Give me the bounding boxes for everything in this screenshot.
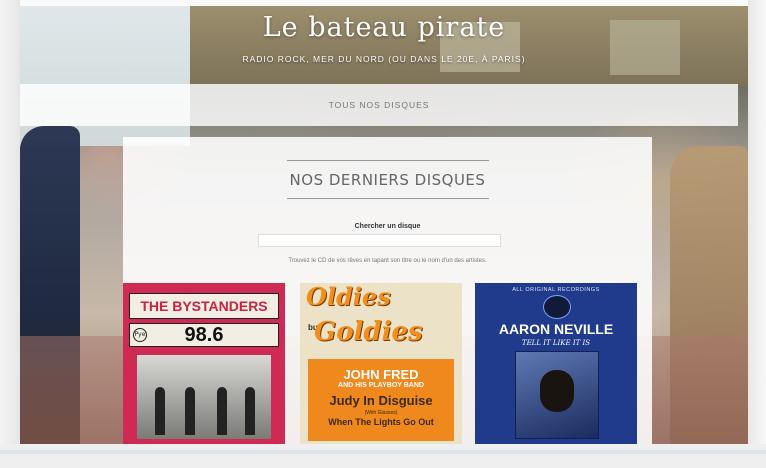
- search-label: Chercher un disque: [354, 223, 421, 230]
- horizontal-scrollbar[interactable]: [0, 450, 766, 454]
- album-song-a: Judy In Disguise: [329, 393, 433, 408]
- album-song-b: When The Lights Go Out: [328, 417, 434, 427]
- site-tagline: RADIO ROCK, MER DU NORD (OU DANS LE 20E,…: [242, 54, 526, 64]
- album-song: TELL IT LIKE IT IS: [521, 339, 591, 347]
- album-title: 98.6: [129, 323, 279, 347]
- album-heading-goldies: Goldies: [314, 317, 423, 347]
- album-cover-oldies-but-goldies[interactable]: Oldies but Goldies JOHN FRED AND HIS PLA…: [300, 283, 462, 444]
- frame-bottom-edge: [0, 444, 766, 468]
- frame-left-edge: [0, 0, 20, 468]
- main-navigation: TOUS NOS DISQUES: [20, 84, 738, 126]
- album-credit: (With Glasses): [364, 410, 398, 416]
- section-title: NOS DERNIERS DISQUES: [289, 171, 486, 189]
- frame-right-edge: [748, 0, 766, 468]
- label-logo-icon: [543, 295, 571, 319]
- album-cover-aaron-neville[interactable]: ALL ORIGINAL RECORDINGS AARON NEVILLE TE…: [475, 283, 637, 444]
- album-band: AND HIS PLAYBOY BAND: [338, 382, 424, 389]
- site-title[interactable]: Le bateau pirate: [20, 12, 748, 43]
- title-rule-top: [287, 160, 489, 161]
- label-logo-icon: Pye: [133, 328, 147, 342]
- nav-link-tous-nos-disques[interactable]: TOUS NOS DISQUES: [20, 100, 738, 110]
- album-band-name: THE BYSTANDERS: [129, 293, 279, 319]
- album-top-text: ALL ORIGINAL RECORDINGS: [512, 287, 600, 293]
- album-band-photo: [137, 355, 271, 439]
- album-artist: JOHN FRED: [343, 367, 419, 382]
- album-artist: AARON NEVILLE: [498, 321, 614, 337]
- title-rule-bottom: [287, 198, 489, 199]
- search-input[interactable]: [258, 234, 501, 247]
- album-cover-bystanders[interactable]: THE BYSTANDERS 98.6 Pye: [123, 283, 285, 444]
- search-help-text: Trouvez le CD de vos rêves en tapant son…: [288, 258, 487, 264]
- album-artist-photo: [515, 351, 599, 439]
- content-panel: NOS DERNIERS DISQUES Chercher un disque …: [123, 137, 652, 444]
